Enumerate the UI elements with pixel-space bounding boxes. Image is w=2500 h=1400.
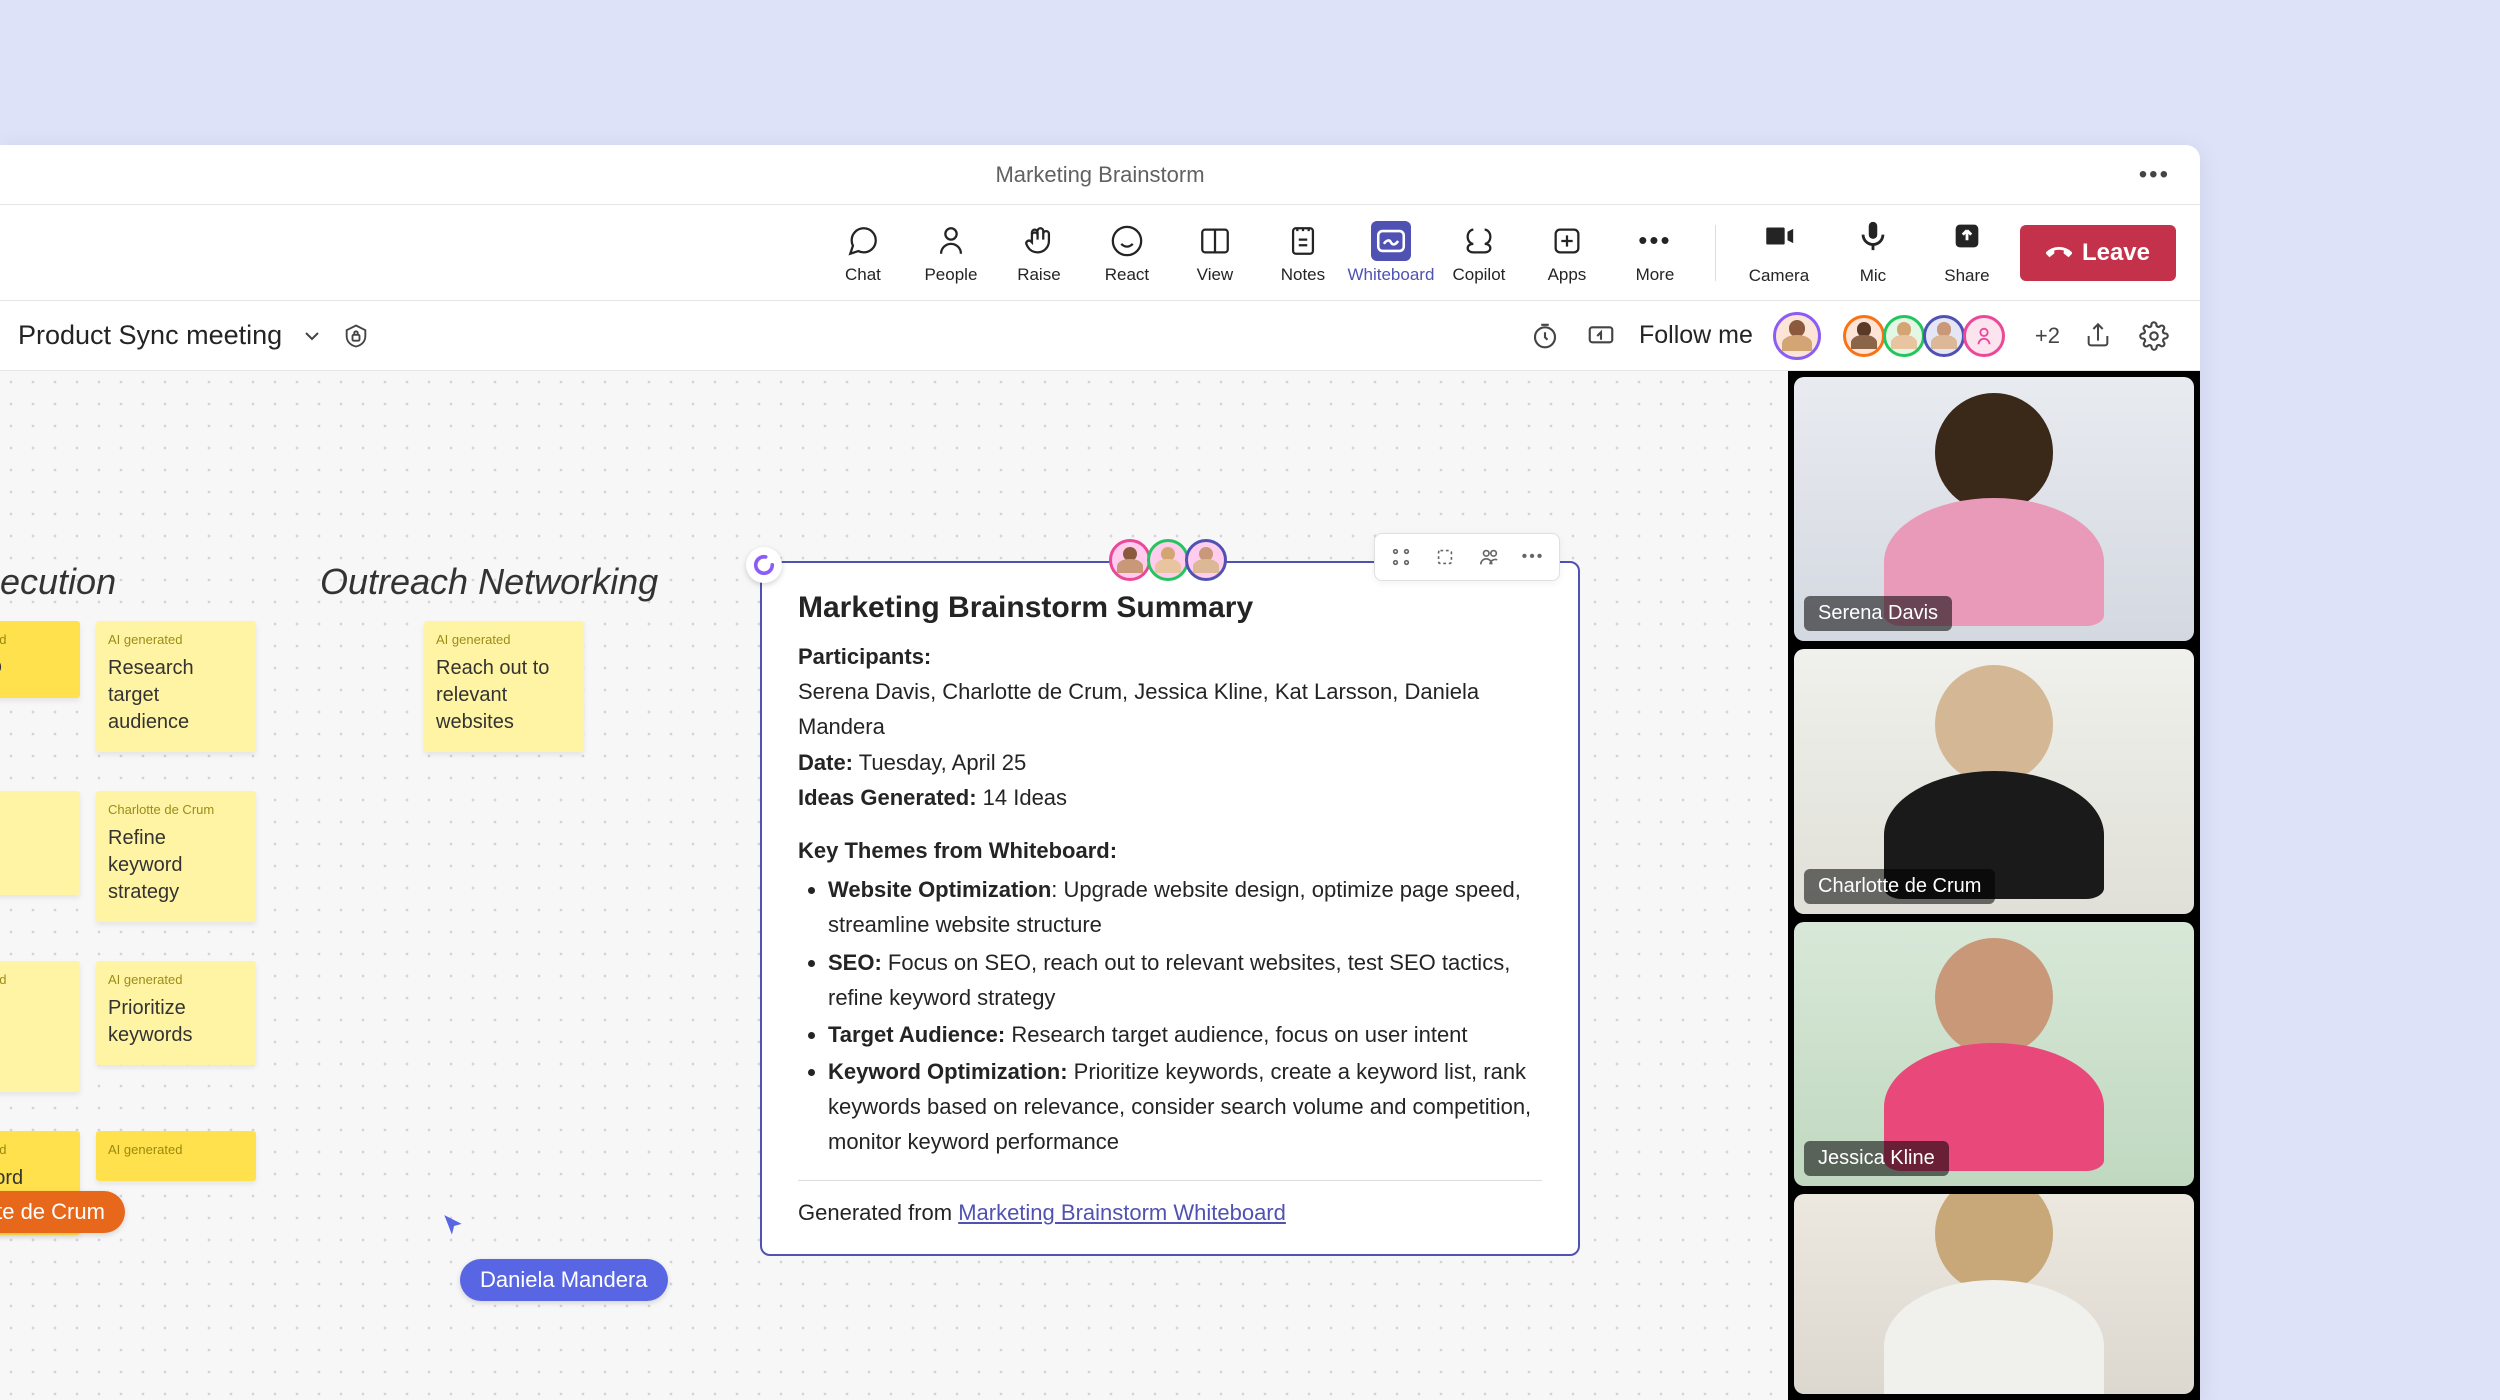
share-button[interactable]: Share xyxy=(1924,219,2010,286)
video-name-label: Charlotte de Crum xyxy=(1804,869,1995,904)
whiteboard-toolbar: Product Sync meeting Follow me xyxy=(0,301,2200,371)
copilot-icon xyxy=(1459,221,1499,261)
follow-me-button[interactable]: Follow me xyxy=(1639,321,1753,350)
remote-cursor-daniela: Daniela Mandera xyxy=(460,1259,668,1301)
share-icon xyxy=(1950,219,1984,262)
whiteboard-button[interactable]: Whiteboard xyxy=(1351,215,1431,291)
mic-button[interactable]: Mic xyxy=(1830,219,1916,286)
generated-prefix: Generated from xyxy=(798,1200,958,1225)
view-button[interactable]: View xyxy=(1175,215,1255,291)
sticky-note[interactable]: AI generated Reach out to relevant websi… xyxy=(424,621,584,752)
notes-button[interactable]: Notes xyxy=(1263,215,1343,291)
wb-left: Product Sync meeting xyxy=(18,320,370,351)
window-title: Marketing Brainstorm xyxy=(995,162,1204,188)
people-button[interactable]: People xyxy=(911,215,991,291)
participants-value: Serena Davis, Charlotte de Crum, Jessica… xyxy=(798,674,1542,744)
sticky-note[interactable]: a a rd list xyxy=(0,791,80,895)
toolbar-group-actions: Chat People Raise React xyxy=(823,215,1695,291)
ideas-label: Ideas Generated: xyxy=(798,785,977,810)
leave-icon xyxy=(2046,240,2072,266)
themes-list: Website Optimization: Upgrade website de… xyxy=(798,872,1542,1160)
whiteboard-icon xyxy=(1371,221,1411,261)
date-value: Tuesday, April 25 xyxy=(859,750,1027,775)
video-tile[interactable]: Jessica Kline xyxy=(1794,922,2194,1186)
app-window: Marketing Brainstorm ••• Chat People xyxy=(0,145,2200,1400)
toolbar-divider xyxy=(1715,225,1716,281)
section-title-outreach: Outreach Networking xyxy=(320,561,658,603)
meeting-toolbar: Chat People Raise React xyxy=(0,205,2200,301)
more-icon: ••• xyxy=(1635,221,1675,261)
share-whiteboard-icon[interactable] xyxy=(2080,318,2116,354)
expand-icon[interactable] xyxy=(1425,537,1465,577)
react-icon xyxy=(1107,221,1147,261)
camera-icon xyxy=(1762,219,1796,262)
generated-link[interactable]: Marketing Brainstorm Whiteboard xyxy=(958,1200,1286,1225)
mic-icon xyxy=(1856,219,1890,262)
sticky-note[interactable]: AI generated Research target audience xyxy=(96,621,256,752)
card-more-icon[interactable]: ••• xyxy=(1513,537,1553,577)
timer-icon[interactable] xyxy=(1527,318,1563,354)
person-icon xyxy=(1973,325,1995,347)
video-tile[interactable]: Serena Davis xyxy=(1794,377,2194,641)
remote-cursor-charlotte: tte de Crum xyxy=(0,1191,125,1233)
more-button[interactable]: ••• More xyxy=(1615,215,1695,291)
apps-icon xyxy=(1547,221,1587,261)
summary-title: Marketing Brainstorm Summary xyxy=(798,591,1542,625)
section-title-execution: ecution xyxy=(0,561,116,603)
sticky-note[interactable]: AI generated rds on ce xyxy=(0,961,80,1092)
raise-hand-icon xyxy=(1019,221,1059,261)
loop-icon xyxy=(746,547,782,583)
whiteboard-title[interactable]: Product Sync meeting xyxy=(18,320,282,351)
people-icon xyxy=(931,221,971,261)
more-options-icon[interactable]: ••• xyxy=(2139,161,2170,189)
title-bar: Marketing Brainstorm ••• xyxy=(0,145,2200,205)
chevron-down-icon[interactable] xyxy=(300,324,324,348)
whiteboard-canvas[interactable]: ecution Outreach Networking AI generated… xyxy=(0,371,1788,1400)
sticky-note[interactable]: AI generated xyxy=(96,1131,256,1181)
lock-icon[interactable] xyxy=(342,322,370,350)
wb-right: Follow me +2 xyxy=(1527,312,2182,360)
leave-button[interactable]: Leave xyxy=(2020,225,2176,281)
sticky-note[interactable]: AI generated Prioritize keywords xyxy=(96,961,256,1065)
overflow-count[interactable]: +2 xyxy=(2035,323,2060,349)
video-name-label: Jessica Kline xyxy=(1804,1141,1949,1176)
participant-avatars[interactable] xyxy=(1845,315,2005,357)
content-row: ecution Outreach Networking AI generated… xyxy=(0,371,2200,1400)
chat-icon xyxy=(843,221,883,261)
date-label: Date: xyxy=(798,750,853,775)
notes-icon xyxy=(1283,221,1323,261)
leave-label: Leave xyxy=(2082,239,2150,267)
video-tile[interactable] xyxy=(1794,1194,2194,1394)
remote-cursor-pointer xyxy=(440,1213,466,1239)
sticky-note[interactable]: AI generated on SEO xyxy=(0,621,80,698)
present-icon[interactable] xyxy=(1583,318,1619,354)
apps-button[interactable]: Apps xyxy=(1527,215,1607,291)
participants-label: Participants: xyxy=(798,644,931,669)
toolbar-group-devices: Camera Mic Share xyxy=(1736,219,2010,286)
current-user-avatar[interactable] xyxy=(1773,312,1821,360)
share-people-icon[interactable] xyxy=(1469,537,1509,577)
video-panel: Serena Davis Charlotte de Crum Jessica K… xyxy=(1788,371,2200,1400)
card-collaborator-avatars[interactable] xyxy=(1113,539,1227,581)
card-tools: ••• xyxy=(1374,533,1560,581)
themes-label: Key Themes from Whiteboard: xyxy=(798,838,1117,863)
ideas-value: 14 Ideas xyxy=(983,785,1067,810)
camera-button[interactable]: Camera xyxy=(1736,219,1822,286)
settings-icon[interactable] xyxy=(2136,318,2172,354)
raise-hand-button[interactable]: Raise xyxy=(999,215,1079,291)
components-icon[interactable] xyxy=(1381,537,1421,577)
summary-card[interactable]: ••• Marketing Brainstorm Summary Partici… xyxy=(760,561,1580,1256)
video-tile[interactable]: Charlotte de Crum xyxy=(1794,649,2194,913)
view-icon xyxy=(1195,221,1235,261)
summary-divider xyxy=(798,1180,1542,1181)
video-name-label: Serena Davis xyxy=(1804,596,1952,631)
copilot-button[interactable]: Copilot xyxy=(1439,215,1519,291)
react-button[interactable]: React xyxy=(1087,215,1167,291)
chat-button[interactable]: Chat xyxy=(823,215,903,291)
sticky-note[interactable]: Charlotte de Crum Refine keyword strateg… xyxy=(96,791,256,922)
